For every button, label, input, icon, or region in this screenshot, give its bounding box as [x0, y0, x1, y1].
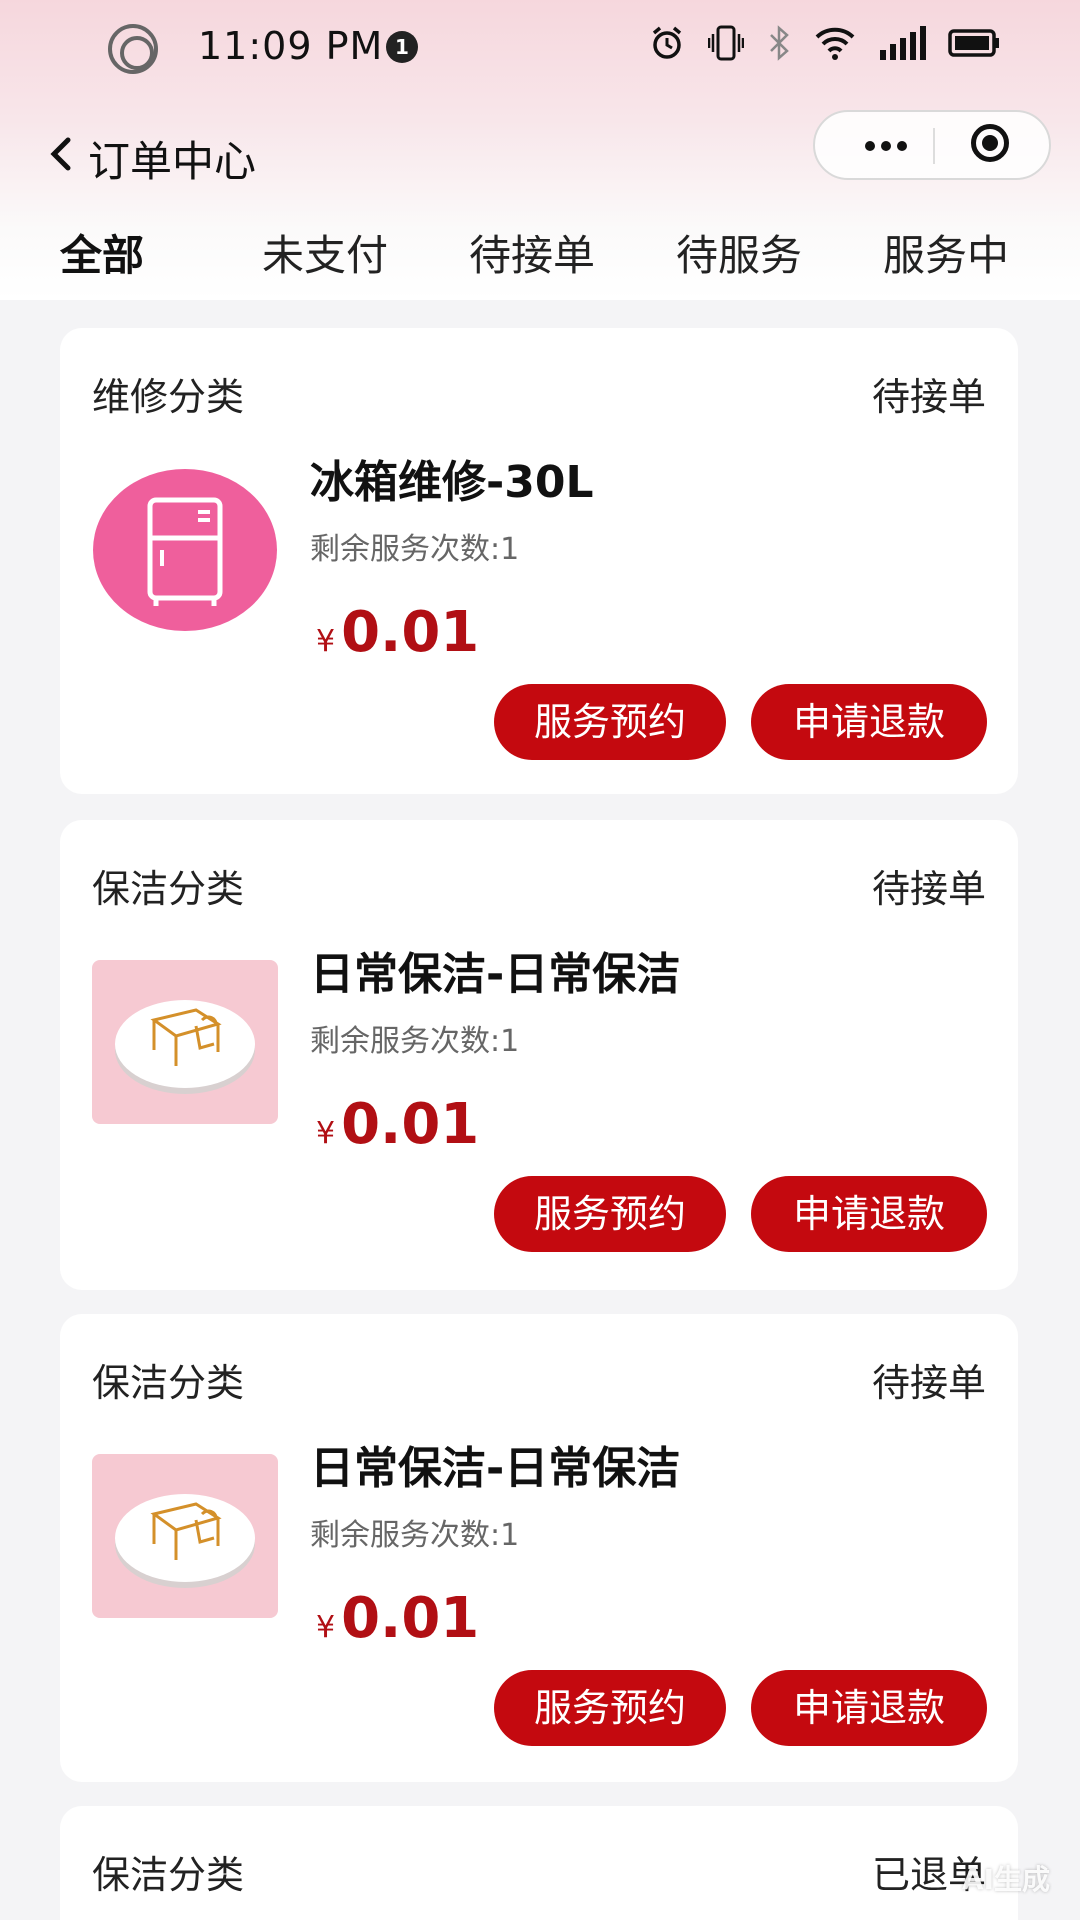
- order-card: 保洁分类 已退单: [60, 1806, 1018, 1920]
- chevron-left-icon[interactable]: [42, 134, 82, 174]
- order-category: 维修分类: [92, 375, 245, 419]
- order-card: 保洁分类 待接单 日常保洁-日常保洁 剩余服务次数:1 ¥0.01 服务预约 申…: [60, 1314, 1018, 1782]
- remaining-count: 剩余服务次数:1: [310, 532, 520, 567]
- tab-all[interactable]: 全部: [60, 222, 144, 283]
- tab-in-service[interactable]: 服务中: [883, 222, 1009, 283]
- tab-pending-service[interactable]: 待服务: [676, 222, 802, 283]
- mini-program-capsule: [813, 110, 1051, 180]
- order-category: 保洁分类: [92, 1853, 245, 1897]
- bluetooth-icon: [770, 25, 789, 61]
- currency-symbol: ¥: [316, 1610, 336, 1645]
- request-refund-button[interactable]: 申请退款: [751, 1176, 987, 1252]
- alarm-icon: [652, 26, 682, 59]
- currency-symbol: ¥: [316, 1116, 336, 1151]
- capsule-divider: [933, 128, 935, 164]
- order-status: 待接单: [871, 867, 986, 911]
- product-name: 日常保洁-日常保洁: [310, 1443, 681, 1494]
- order-card: 保洁分类 待接单 日常保洁-日常保洁 剩余服务次数:1 ¥0.01 服务预约 申…: [60, 820, 1018, 1290]
- book-service-button[interactable]: 服务预约: [494, 1176, 726, 1252]
- product-thumbnail: [92, 1454, 278, 1618]
- desk-badge-icon: [115, 1000, 255, 1094]
- order-tabs: 全部 未支付 待接单 待服务 服务中: [0, 222, 1080, 300]
- signal-icon: [880, 26, 926, 60]
- product-thumbnail: [92, 468, 278, 632]
- desk-badge-icon: [115, 1494, 255, 1588]
- vibrate-icon: [708, 25, 744, 61]
- book-service-button[interactable]: 服务预约: [494, 1670, 726, 1746]
- tab-pending-accept[interactable]: 待接单: [469, 222, 595, 283]
- watermark: AI生成: [961, 1863, 1050, 1896]
- tab-unpaid[interactable]: 未支付: [262, 222, 388, 283]
- product-thumbnail: [92, 960, 278, 1124]
- wifi-icon: [815, 27, 855, 60]
- book-service-button[interactable]: 服务预约: [494, 684, 726, 760]
- status-bar: 11:09 PM 1: [0, 0, 1080, 96]
- price-amount: 0.01: [341, 600, 480, 665]
- currency-symbol: ¥: [316, 624, 336, 659]
- camera-ring-icon: [108, 24, 158, 74]
- target-circle-icon[interactable]: [965, 120, 1021, 172]
- order-category: 保洁分类: [92, 867, 245, 911]
- order-status: 待接单: [871, 1361, 986, 1405]
- price: ¥0.01: [316, 600, 479, 665]
- fridge-icon: [93, 469, 277, 631]
- remaining-count: 剩余服务次数:1: [310, 1518, 520, 1553]
- page-title: 订单中心: [88, 137, 257, 186]
- order-category: 保洁分类: [92, 1361, 245, 1405]
- price: ¥0.01: [316, 1092, 479, 1157]
- more-dots-icon[interactable]: [845, 112, 925, 178]
- nav-bar: 订单中心: [0, 110, 1080, 200]
- product-name: 日常保洁-日常保洁: [310, 949, 681, 1000]
- notification-badge: 1: [386, 31, 418, 63]
- product-name: 冰箱维修-30L: [310, 457, 594, 508]
- battery-icon: [948, 29, 999, 57]
- order-card: 维修分类 待接单 冰箱维修-30L 剩余服务次数:1 ¥0.01 服务预约 申请…: [60, 328, 1018, 794]
- price-amount: 0.01: [341, 1586, 480, 1651]
- price: ¥0.01: [316, 1586, 479, 1651]
- order-status: 待接单: [871, 375, 986, 419]
- request-refund-button[interactable]: 申请退款: [751, 684, 987, 760]
- price-amount: 0.01: [341, 1092, 480, 1157]
- request-refund-button[interactable]: 申请退款: [751, 1670, 987, 1746]
- remaining-count: 剩余服务次数:1: [310, 1024, 520, 1059]
- status-time: 11:09 PM: [198, 24, 384, 68]
